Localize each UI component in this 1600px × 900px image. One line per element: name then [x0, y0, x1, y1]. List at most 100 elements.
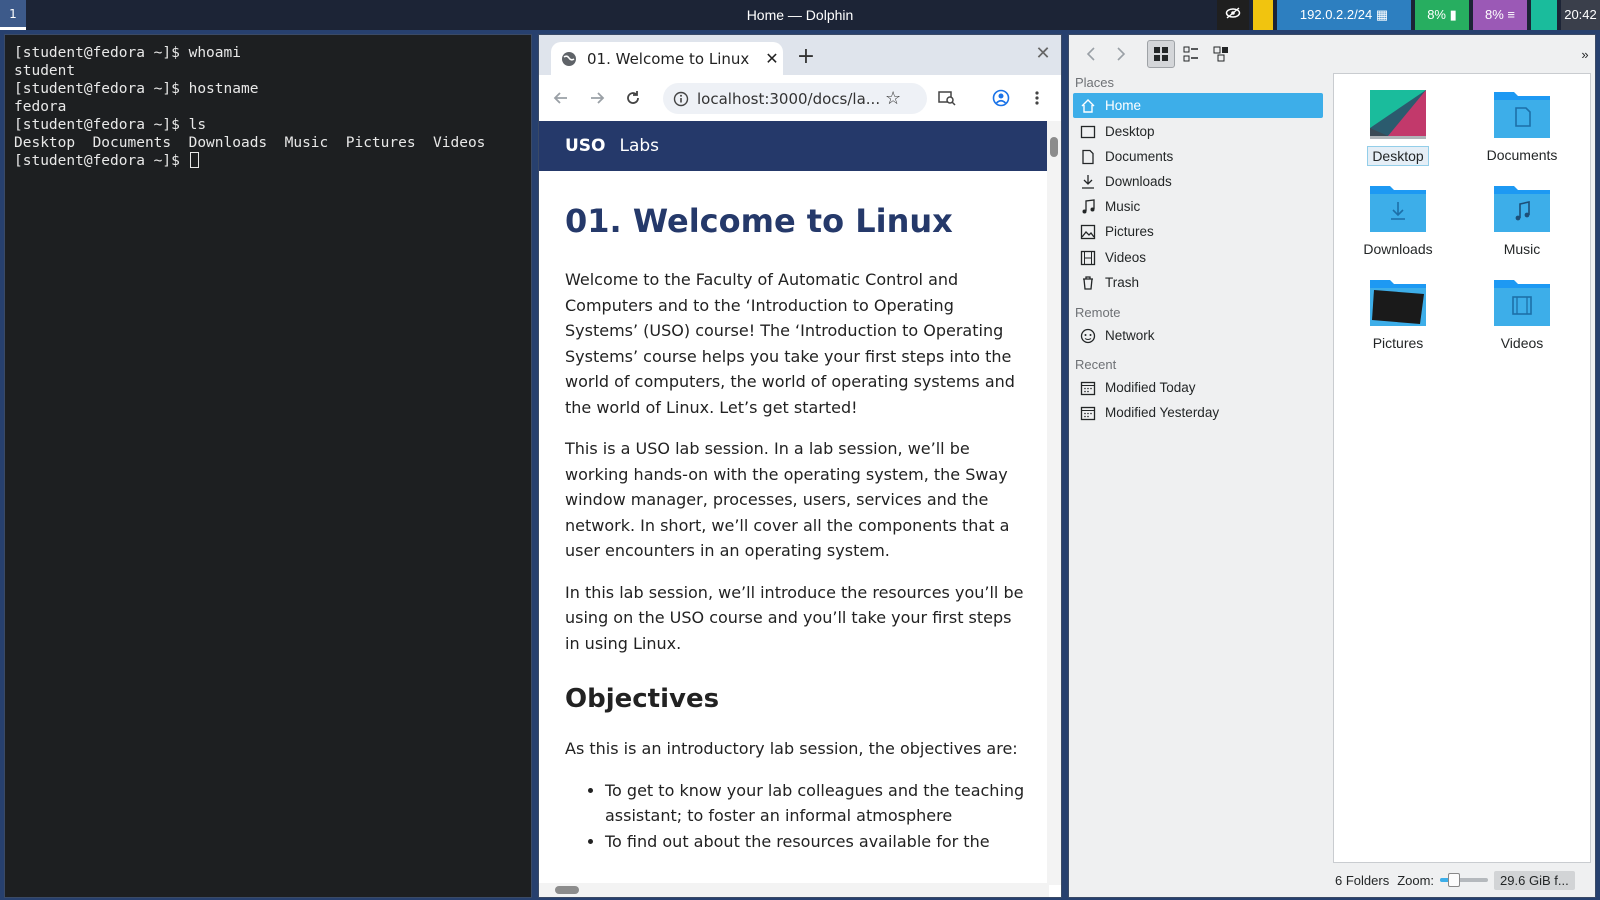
- places-item-desktop[interactable]: Desktop: [1073, 119, 1323, 144]
- music-note-icon: [1079, 198, 1097, 216]
- horizontal-scroll-thumb[interactable]: [555, 886, 579, 894]
- arrow-left-icon: [553, 92, 567, 104]
- places-header: Places: [1075, 75, 1115, 90]
- folder-label: Desktop: [1367, 146, 1429, 166]
- places-item-modified-today[interactable]: Modified Today: [1073, 375, 1323, 400]
- eye-icon[interactable]: [1217, 0, 1249, 30]
- article-paragraph: Welcome to the Faculty of Automatic Cont…: [565, 270, 1015, 417]
- reload-button[interactable]: [619, 84, 647, 112]
- site-info-icon[interactable]: [673, 91, 689, 107]
- dolphin-toolbar: »: [1069, 35, 1595, 73]
- terminal-line: [student@fedora ~]$ whoami: [14, 45, 241, 61]
- places-item-documents[interactable]: Documents: [1073, 144, 1323, 169]
- network-icon: [1079, 327, 1097, 345]
- terminal-line: Desktop Documents Downloads Music Pictur…: [14, 135, 486, 151]
- terminal-line: student: [14, 63, 76, 79]
- horizontal-scrollbar[interactable]: [539, 883, 1049, 897]
- tab-search-icon: [938, 91, 956, 106]
- zoom-slider-handle[interactable]: [1448, 873, 1461, 887]
- folder-downloads[interactable]: Downloads: [1338, 182, 1458, 272]
- folder-videos[interactable]: Videos: [1462, 276, 1582, 366]
- folder-documents[interactable]: Documents: [1462, 88, 1582, 178]
- back-button[interactable]: [1077, 40, 1105, 68]
- zoom-slider[interactable]: [1440, 873, 1489, 887]
- address-bar[interactable]: localhost:3000/docs/la... ☆: [663, 83, 927, 114]
- kebab-menu-icon: [1035, 91, 1039, 105]
- terminal-window[interactable]: [student@fedora ~]$ whoami student [studen…: [4, 34, 532, 898]
- forward-button[interactable]: [583, 84, 611, 112]
- battery-percent: 8%: [1427, 7, 1446, 22]
- folder-pictures-icon: [1370, 280, 1426, 326]
- cpu-icon: ≡: [1507, 7, 1515, 22]
- folder-label: Music: [1503, 241, 1541, 257]
- icons-view-button[interactable]: [1147, 40, 1175, 68]
- forward-button[interactable]: [1107, 40, 1135, 68]
- image-icon: [1079, 223, 1097, 241]
- places-item-label: Modified Yesterday: [1105, 405, 1220, 420]
- folder-pictures[interactable]: Pictures: [1338, 276, 1458, 366]
- vertical-scroll-thumb[interactable]: [1050, 137, 1058, 157]
- places-item-music[interactable]: Music: [1073, 194, 1323, 219]
- browser-toolbar: localhost:3000/docs/la... ☆: [539, 75, 1061, 121]
- tab-strip: 01. Welcome to Linux ✕ + ✕: [539, 35, 1061, 75]
- terminal-line: [student@fedora ~]$ ls: [14, 117, 207, 133]
- places-item-home[interactable]: Home: [1073, 93, 1323, 118]
- places-item-label: Trash: [1105, 275, 1140, 290]
- places-item-label: Network: [1105, 328, 1155, 343]
- chevron-right-icon: [1117, 47, 1126, 61]
- back-button[interactable]: [547, 84, 575, 112]
- ip-address: 192.0.2.2/24: [1299, 7, 1373, 22]
- remote-header: Remote: [1075, 305, 1121, 320]
- free-space-indicator[interactable]: 29.6 GiB f...: [1494, 870, 1575, 890]
- compact-view-button[interactable]: [1177, 40, 1205, 68]
- workspace-indicator[interactable]: 1: [0, 0, 26, 30]
- folder-videos-icon: [1494, 280, 1550, 326]
- places-item-label: Modified Today: [1105, 380, 1196, 395]
- places-item-label: Music: [1105, 199, 1141, 214]
- places-item-network[interactable]: Network: [1073, 323, 1323, 348]
- tab-close-icon[interactable]: ✕: [761, 49, 783, 68]
- terminal-output: [student@fedora ~]$ whoami student [studen…: [14, 44, 485, 170]
- menu-button[interactable]: [1023, 84, 1051, 112]
- desktop-icon: [1079, 123, 1097, 141]
- top-status-bar: 1 Home — Dolphin 192.0.2.2/24 ▦ 8% ▮ 8% …: [0, 0, 1600, 30]
- workspace-number: 1: [9, 6, 17, 21]
- tab-title: 01. Welcome to Linux: [587, 49, 750, 68]
- toolbar-overflow-button[interactable]: »: [1577, 40, 1593, 68]
- site-navbar: USO Labs: [539, 121, 1049, 171]
- double-chevron-right-icon: »: [1581, 46, 1589, 62]
- details-view-button[interactable]: [1207, 40, 1235, 68]
- status-block-yellow: [1253, 0, 1273, 30]
- places-item-trash[interactable]: Trash: [1073, 270, 1323, 295]
- tab-search-button[interactable]: [933, 84, 961, 112]
- terminal-line: fedora: [14, 99, 67, 115]
- reload-icon: [627, 91, 639, 104]
- tab-welcome-to-linux[interactable]: 01. Welcome to Linux ✕: [551, 42, 783, 75]
- folder-music-icon: [1494, 186, 1550, 232]
- folder-music[interactable]: Music: [1462, 182, 1582, 272]
- folder-desktop[interactable]: Desktop: [1338, 88, 1458, 178]
- globe-icon: [562, 51, 576, 66]
- folder-downloads-icon: [1370, 186, 1426, 232]
- places-item-modified-yesterday[interactable]: Modified Yesterday: [1073, 400, 1323, 425]
- places-item-pictures[interactable]: Pictures: [1073, 219, 1323, 244]
- vertical-scrollbar[interactable]: [1047, 121, 1061, 885]
- profile-button[interactable]: [987, 84, 1015, 112]
- places-item-downloads[interactable]: Downloads: [1073, 169, 1323, 194]
- terminal-prompt-line[interactable]: [student@fedora ~]$: [14, 152, 485, 170]
- browser-window: 01. Welcome to Linux ✕ + ✕ localhost:300…: [538, 34, 1062, 898]
- new-tab-button[interactable]: +: [793, 44, 819, 70]
- close-window-icon[interactable]: ✕: [1033, 44, 1053, 64]
- folder-label: Pictures: [1372, 335, 1424, 351]
- star-icon[interactable]: ☆: [885, 88, 901, 109]
- site-brand-link[interactable]: USO: [565, 136, 606, 156]
- download-icon: [1079, 173, 1097, 191]
- article-paragraph: In this lab session, we’ll introduce the…: [565, 582, 1024, 653]
- nav-link-labs[interactable]: Labs: [620, 136, 660, 156]
- cpu-percent: 8%: [1484, 7, 1504, 22]
- page-viewport[interactable]: USO Labs 01. Welcome to Linux Welcome to…: [539, 121, 1049, 885]
- folder-icon-view[interactable]: Desktop Documents Downloads Music Pictur…: [1333, 73, 1591, 863]
- document-icon: [1079, 148, 1097, 166]
- dolphin-statusbar: 6 Folders Zoom: 29.6 GiB f...: [1335, 869, 1591, 891]
- places-item-videos[interactable]: Videos: [1073, 245, 1323, 270]
